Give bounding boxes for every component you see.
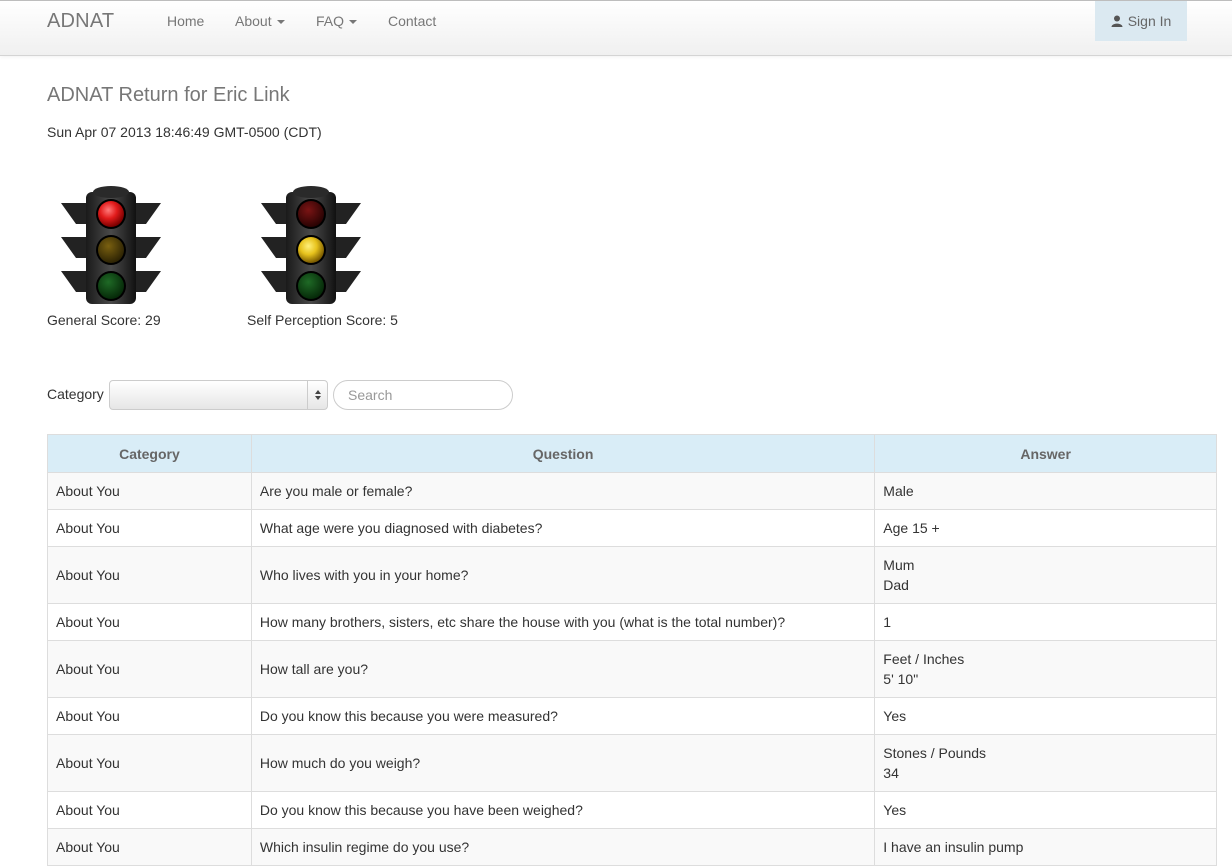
page-title: ADNAT Return for Eric Link: [47, 84, 290, 106]
cell-question: Which insulin regime do you use?: [250, 828, 876, 866]
cell-question: How tall are you?: [250, 640, 876, 698]
select-arrows-icon: [307, 381, 327, 409]
sign-in-button[interactable]: Sign In: [1095, 1, 1187, 41]
self-perception-traffic-light: [258, 186, 374, 304]
category-filter-label: Category: [47, 386, 104, 402]
table-row: About You How many brothers, sisters, etc…: [47, 603, 1217, 641]
cell-question: How much do you weigh?: [250, 734, 876, 792]
cell-answer: Mum Dad: [874, 546, 1217, 604]
answer-line: Mum: [883, 557, 915, 573]
chevron-down-icon: [349, 20, 358, 25]
cell-question: Do you know this because you were measur…: [250, 697, 876, 735]
search-input[interactable]: [333, 380, 513, 410]
cell-answer: Stones / Pounds 34: [874, 734, 1217, 792]
traffic-light-icon: [261, 186, 361, 304]
navbar: ADNAT Home About FAQ Contact Sign In: [0, 0, 1232, 56]
table-row: About You How much do you weigh? Stones / …: [47, 734, 1217, 792]
cell-category: About You: [47, 603, 252, 641]
nav-about-dropdown[interactable]: About: [235, 13, 285, 29]
nav-faq-label: FAQ: [316, 13, 345, 29]
nav-home[interactable]: Home: [167, 13, 204, 29]
brand-logo[interactable]: ADNAT: [47, 10, 114, 33]
table-body: About You Are you male or female? Male Abou…: [47, 472, 1217, 866]
cell-category: About You: [47, 509, 252, 547]
table-row: About You Are you male or female? Male: [47, 472, 1217, 510]
cell-answer: Yes: [874, 791, 1217, 829]
table-header-row: Category Question Answer: [47, 434, 1217, 473]
answer-line: Yes: [883, 708, 907, 724]
cell-category: About You: [47, 791, 252, 829]
table-row: About You How tall are you? Feet / Inches 5…: [47, 640, 1217, 698]
general-score-traffic-light: [58, 186, 174, 304]
cell-answer: 1: [874, 603, 1217, 641]
answer-line: 34: [883, 765, 899, 781]
category-select[interactable]: [109, 380, 328, 410]
cell-category: About You: [47, 472, 252, 510]
table-row: About You Do you know this because you ha…: [47, 791, 1217, 829]
cell-category: About You: [47, 734, 252, 792]
results-table: Category Question Answer About You Are yo…: [47, 434, 1217, 866]
column-header-category[interactable]: Category: [47, 434, 252, 473]
table-row: About You What age were you diagnosed wit…: [47, 509, 1217, 547]
answer-line: Male: [883, 483, 914, 499]
chevron-down-icon: [276, 20, 285, 25]
report-timestamp: Sun Apr 07 2013 18:46:49 GMT-0500 (CDT): [47, 124, 322, 140]
table-row: About You Do you know this because you we…: [47, 697, 1217, 735]
sign-in-label: Sign In: [1127, 13, 1172, 29]
answer-line: Age 15 +: [883, 520, 940, 536]
cell-answer: Feet / Inches 5' 10": [874, 640, 1217, 698]
answer-line: 1: [883, 614, 892, 630]
answer-line: I have an insulin pump: [883, 839, 1024, 855]
cell-category: About You: [47, 697, 252, 735]
cell-answer: Age 15 +: [874, 509, 1217, 547]
user-icon: [1111, 15, 1123, 27]
answer-line: Stones / Pounds: [883, 745, 987, 761]
self-perception-score-label: Self Perception Score: 5: [247, 312, 398, 328]
cell-question: Are you male or female?: [250, 472, 876, 510]
cell-question: Who lives with you in your home?: [250, 546, 876, 604]
column-header-question[interactable]: Question: [250, 434, 876, 473]
cell-category: About You: [47, 640, 252, 698]
table-row: About You Which insulin regime do you use…: [47, 828, 1217, 866]
cell-answer: Yes: [874, 697, 1217, 735]
cell-question: How many brothers, sisters, etc share th…: [250, 603, 876, 641]
answer-line: Feet / Inches: [883, 651, 965, 667]
cell-question: What age were you diagnosed with diabete…: [250, 509, 876, 547]
nav-about-label: About: [235, 13, 272, 29]
nav-faq-dropdown[interactable]: FAQ: [316, 13, 358, 29]
cell-category: About You: [47, 828, 252, 866]
answer-line: Dad: [883, 577, 909, 593]
general-score-label: General Score: 29: [47, 312, 161, 328]
answer-line: Yes: [883, 802, 907, 818]
answer-line: 5' 10": [883, 671, 919, 687]
cell-answer: I have an insulin pump: [874, 828, 1217, 866]
cell-category: About You: [47, 546, 252, 604]
cell-answer: Male: [874, 472, 1217, 510]
table-row: About You Who lives with you in your home…: [47, 546, 1217, 604]
cell-question: Do you know this because you have been w…: [250, 791, 876, 829]
nav-contact[interactable]: Contact: [388, 13, 436, 29]
column-header-answer[interactable]: Answer: [874, 434, 1217, 473]
traffic-light-icon: [61, 186, 161, 304]
